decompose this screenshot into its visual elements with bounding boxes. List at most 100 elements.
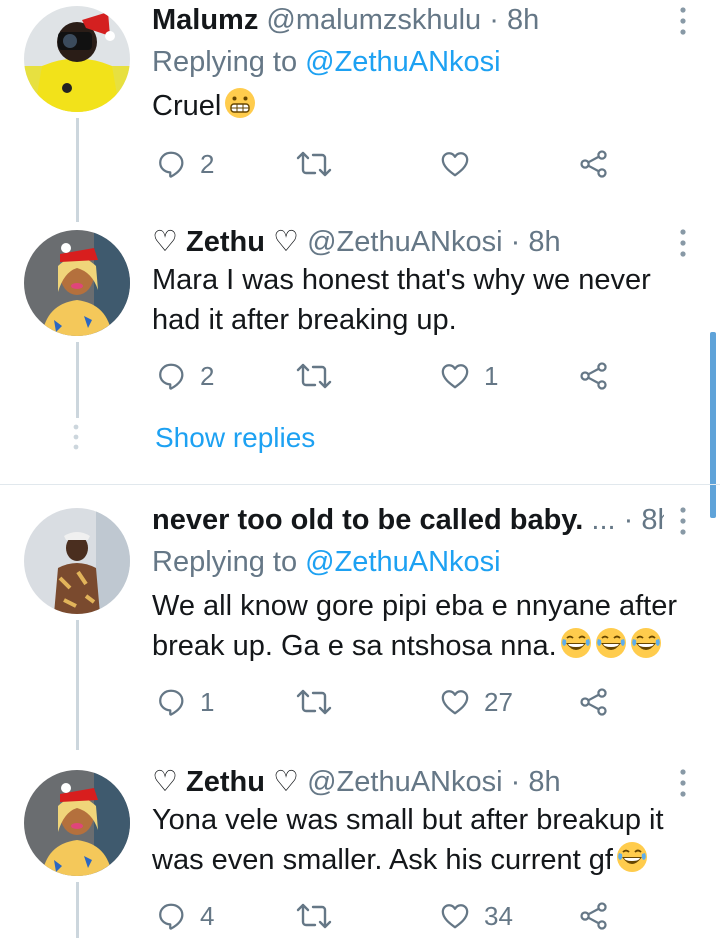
- tweet-header: ♡ Zethu ♡ @ZethuANkosi · 8h: [152, 762, 664, 802]
- like-count: 27: [484, 686, 513, 717]
- thread-line: [76, 118, 79, 222]
- thread-line: [76, 342, 79, 418]
- tweet-text-line: Mara I was honest that's why we never: [152, 264, 651, 296]
- separator: ·: [510, 226, 521, 258]
- tweet-text: Cruel: [152, 86, 692, 126]
- like-button[interactable]: 1: [440, 356, 498, 396]
- tweet-zethu-2[interactable]: ♡ Zethu ♡ @ZethuANkosi · 8h Yona vele wa…: [0, 762, 720, 938]
- avatar[interactable]: [24, 508, 130, 614]
- share-icon: [579, 901, 609, 931]
- thread-dots: [73, 424, 79, 450]
- separator: ·: [623, 504, 634, 536]
- avatar[interactable]: [24, 6, 130, 112]
- tweet-never-too-old[interactable]: never too old to be called baby. ... · 8…: [0, 500, 720, 750]
- share-icon: [579, 687, 609, 717]
- timestamp[interactable]: 8h: [507, 4, 539, 36]
- reply-icon: [156, 687, 186, 717]
- replying-to-link[interactable]: @ZethuANkosi: [305, 46, 500, 78]
- reply-count: 1: [200, 686, 215, 717]
- replying-to: Replying to @ZethuANkosi: [152, 542, 501, 582]
- separator: ·: [489, 4, 499, 36]
- tweet-actions: 2 1: [152, 356, 632, 396]
- like-button[interactable]: [440, 144, 470, 184]
- display-name[interactable]: ♡ Zethu ♡: [152, 766, 299, 798]
- more-vertical-icon[interactable]: [678, 768, 688, 798]
- tweet-header: never too old to be called baby. ... · 8…: [152, 500, 664, 540]
- more-vertical-icon[interactable]: [678, 6, 688, 36]
- more-vertical-icon[interactable]: [678, 228, 688, 258]
- reply-button[interactable]: 4: [156, 896, 214, 936]
- show-replies-link[interactable]: Show replies: [155, 422, 315, 454]
- user-handle[interactable]: @malumzskhulu: [266, 4, 481, 36]
- share-button[interactable]: [579, 896, 609, 936]
- share-icon: [579, 149, 609, 179]
- timestamp[interactable]: 8h: [528, 226, 560, 258]
- tweet-text-line: break up. Ga e sa ntshosa nna.: [152, 630, 557, 662]
- tweet-actions: 2: [152, 144, 632, 184]
- like-button[interactable]: 27: [440, 682, 513, 722]
- retweet-button[interactable]: [296, 896, 332, 936]
- tears-of-joy-emoji: [595, 627, 627, 659]
- name-truncation: ...: [591, 504, 616, 536]
- like-button[interactable]: 34: [440, 896, 513, 936]
- retweet-icon: [296, 360, 332, 392]
- tweet-actions: 4 34: [152, 896, 632, 936]
- tears-of-joy-emoji: [616, 841, 648, 873]
- tweet-text-line: was even smaller. Ask his current gf: [152, 844, 613, 876]
- reply-icon: [156, 149, 186, 179]
- grimacing-face-emoji: [224, 87, 256, 119]
- tweet-actions: 1 27: [152, 682, 632, 722]
- timestamp[interactable]: 8h: [528, 766, 560, 798]
- retweet-icon: [296, 148, 332, 180]
- tweet-header: ♡ Zethu ♡ @ZethuANkosi · 8h: [152, 222, 664, 262]
- replying-to: Replying to @ZethuANkosi: [152, 42, 501, 82]
- reply-icon: [156, 361, 186, 391]
- thread-line: [76, 620, 79, 750]
- tweet-malumz[interactable]: Malumz @malumzskhulu · 8h Replying to @Z…: [0, 0, 720, 222]
- heart-icon: [440, 149, 470, 179]
- share-button[interactable]: [579, 356, 609, 396]
- retweet-button[interactable]: [296, 356, 332, 396]
- retweet-button[interactable]: [296, 682, 332, 722]
- avatar[interactable]: [24, 230, 130, 336]
- tears-of-joy-emoji: [560, 627, 592, 659]
- like-count: 1: [484, 360, 499, 391]
- tears-of-joy-emoji: [630, 627, 662, 659]
- tweet-header: Malumz @malumzskhulu · 8h: [152, 0, 664, 40]
- retweet-icon: [296, 900, 332, 932]
- tweet-text: We all know gore pipi eba e nnyane after…: [152, 586, 692, 666]
- reply-count: 4: [200, 900, 215, 931]
- divider: [0, 484, 720, 485]
- avatar[interactable]: [24, 770, 130, 876]
- user-handle[interactable]: @ZethuANkosi: [307, 226, 502, 258]
- display-name[interactable]: Malumz: [152, 4, 258, 36]
- share-button[interactable]: [579, 682, 609, 722]
- reply-button[interactable]: 2: [156, 144, 214, 184]
- more-vertical-icon[interactable]: [678, 506, 688, 536]
- tweet-text: Yona vele was small but after breakup it…: [152, 800, 692, 880]
- separator: ·: [510, 766, 521, 798]
- like-count: 34: [484, 900, 513, 931]
- tweet-text: Mara I was honest that's why we never ha…: [152, 260, 692, 340]
- tweet-zethu-1[interactable]: ♡ Zethu ♡ @ZethuANkosi · 8h Mara I was h…: [0, 222, 720, 484]
- display-name[interactable]: ♡ Zethu ♡: [152, 226, 299, 258]
- reply-icon: [156, 901, 186, 931]
- tweet-text-line: We all know gore pipi eba e nnyane after: [152, 590, 678, 622]
- tweet-text-content: Cruel: [152, 90, 222, 122]
- display-name[interactable]: never too old to be called baby.: [152, 504, 583, 536]
- heart-icon: [440, 901, 470, 931]
- reply-button[interactable]: 1: [156, 682, 214, 722]
- retweet-button[interactable]: [296, 144, 332, 184]
- share-icon: [579, 361, 609, 391]
- heart-icon: [440, 361, 470, 391]
- reply-count: 2: [200, 360, 215, 391]
- reply-count: 2: [200, 148, 215, 179]
- tweet-text-line: had it after breaking up.: [152, 304, 457, 336]
- reply-button[interactable]: 2: [156, 356, 214, 396]
- replying-label: Replying to: [152, 546, 298, 578]
- thread-line: [76, 882, 79, 938]
- replying-to-link[interactable]: @ZethuANkosi: [305, 546, 500, 578]
- user-handle[interactable]: @ZethuANkosi: [307, 766, 502, 798]
- share-button[interactable]: [579, 144, 609, 184]
- timestamp[interactable]: 8h: [641, 504, 664, 536]
